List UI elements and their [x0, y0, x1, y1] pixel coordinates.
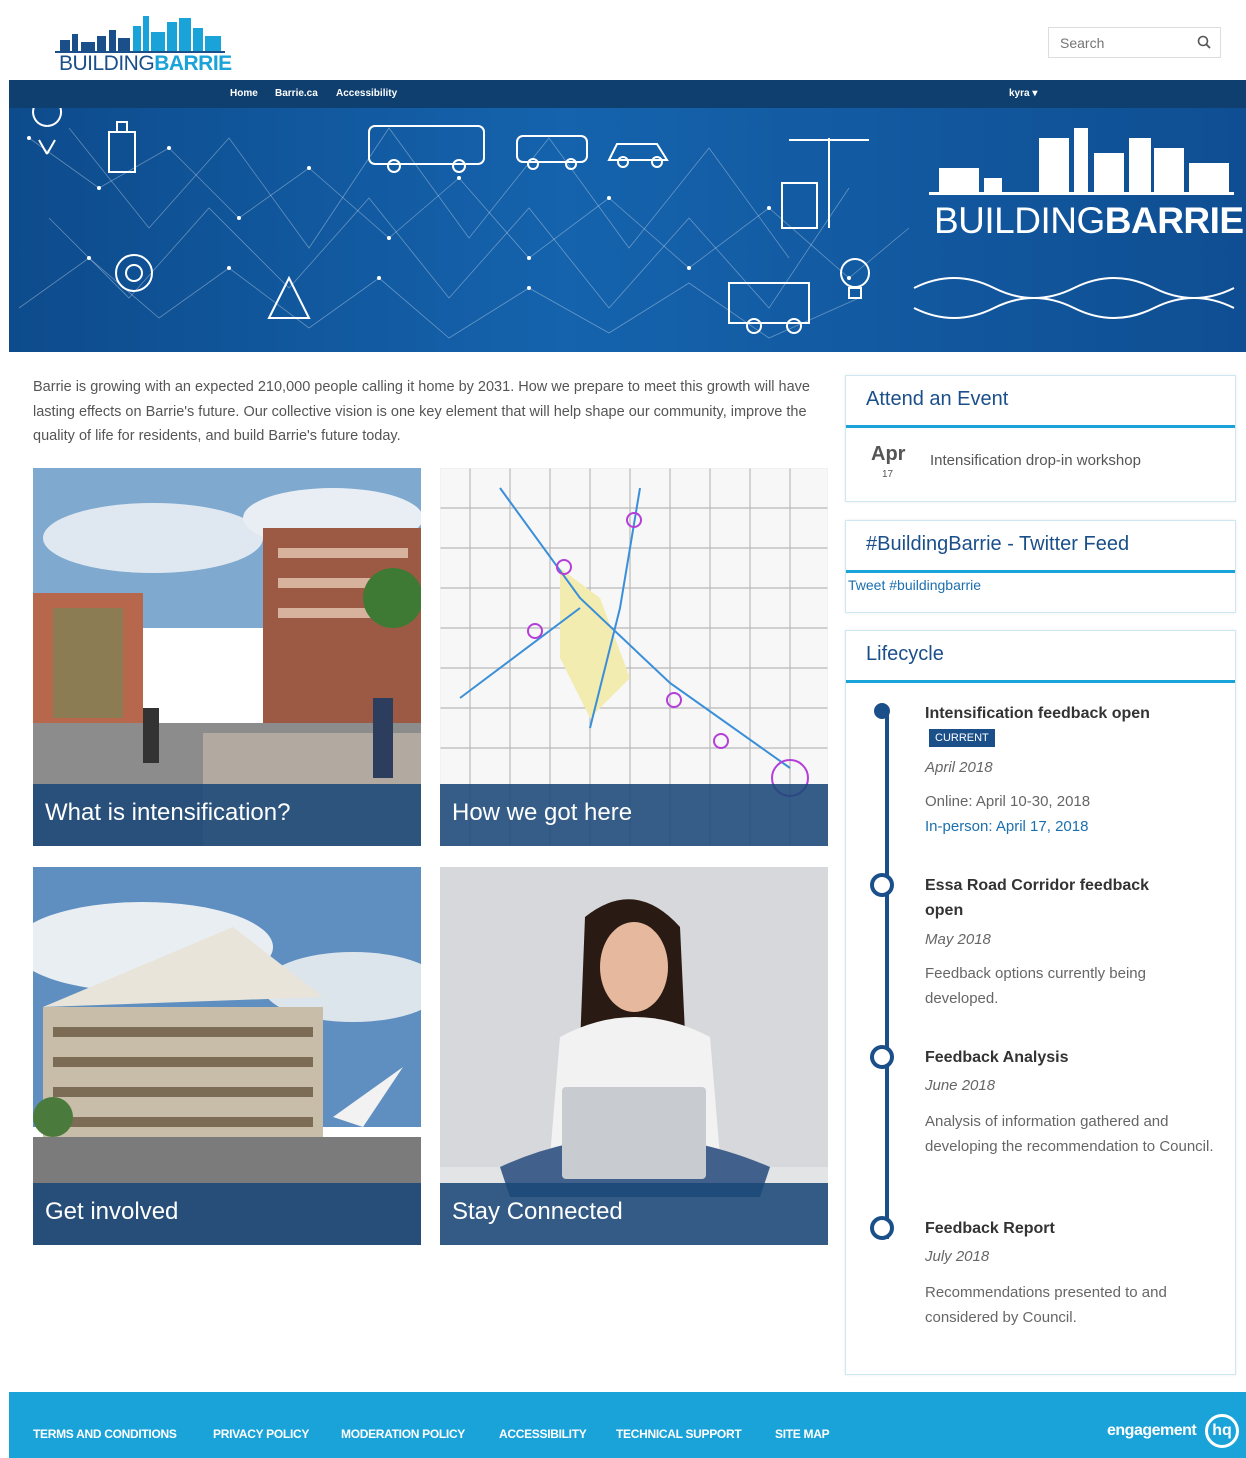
footer-link-accessibility[interactable]: ACCESSIBILITY [499, 1427, 587, 1441]
tile-get-involved[interactable]: Get involved [33, 867, 421, 1245]
nav-link-home[interactable]: Home [230, 88, 258, 99]
stage-dot-icon [870, 873, 894, 897]
skyline-logo-graphic [55, 16, 225, 53]
stage-date: May 2018 [925, 931, 991, 948]
stage-description: Analysis of information gathered and dev… [925, 1113, 1214, 1155]
engagement-hq-logo[interactable]: engagement [1107, 1422, 1197, 1440]
in-person-link[interactable]: In-person: April 17, 2018 [925, 818, 1088, 835]
widget-title: #BuildingBarrie - Twitter Feed [846, 521, 1235, 573]
tile-caption: How we got here [440, 784, 828, 846]
hero-banner: BUILDINGBARRIE [9, 108, 1246, 352]
event-item[interactable]: Apr 17 Intensification drop-in workshop [846, 428, 1235, 503]
nav-link-accessibility[interactable]: Accessibility [336, 88, 397, 99]
tweet-hashtag-link[interactable]: Tweet #buildingbarrie [846, 573, 1235, 603]
top-navigation-bar: Home Barrie.ca Accessibility kyra ▾ [9, 80, 1246, 108]
site-footer: TERMS AND CONDITIONS PRIVACY POLICY MODE… [9, 1392, 1246, 1458]
footer-link-technical-support[interactable]: TECHNICAL SUPPORT [616, 1427, 742, 1441]
widget-title: Lifecycle [846, 631, 1235, 683]
stage-date: July 2018 [925, 1248, 990, 1265]
site-logo[interactable]: BUILDINGBARRIE [55, 12, 232, 75]
tile-caption: Stay Connected [440, 1183, 828, 1245]
stage-date: April 2018 [925, 759, 993, 776]
lifecycle-widget: Lifecycle Intensification feedback open … [845, 630, 1236, 1375]
footer-link-moderation[interactable]: MODERATION POLICY [341, 1427, 465, 1441]
stage-title: Feedback Report [925, 1220, 1055, 1237]
current-badge: CURRENT [929, 729, 995, 747]
stage-description: Recommendations presented to and conside… [925, 1284, 1167, 1326]
current-stage-dot-icon [874, 703, 890, 719]
user-menu[interactable]: kyra ▾ [1009, 88, 1037, 99]
hq-logo-badge: hq [1205, 1414, 1239, 1448]
stage-description: Feedback options currently being develop… [925, 965, 1146, 1007]
nav-link-barrie-ca[interactable]: Barrie.ca [275, 88, 318, 99]
tile-what-is-intensification[interactable]: What is intensification? [33, 468, 421, 846]
widget-title: Attend an Event [846, 376, 1235, 428]
logo-wordmark: BUILDINGBARRIE [59, 52, 232, 75]
search-box [1048, 27, 1221, 58]
event-day: 17 [882, 469, 894, 480]
event-title-link[interactable]: Intensification drop-in workshop [930, 452, 1141, 469]
footer-link-terms[interactable]: TERMS AND CONDITIONS [33, 1427, 177, 1441]
tile-caption: What is intensification? [33, 784, 421, 846]
banner-wordmark: BUILDINGBARRIE [934, 200, 1244, 241]
event-month: Apr [871, 443, 906, 465]
footer-link-privacy[interactable]: PRIVACY POLICY [213, 1427, 309, 1441]
timeline-line [885, 709, 889, 1239]
stage-dot-icon [870, 1216, 894, 1240]
footer-link-site-map[interactable]: SITE MAP [775, 1427, 830, 1441]
tile-caption: Get involved [33, 1183, 421, 1245]
stage-dot-icon [870, 1045, 894, 1069]
stage-title: Feedback Analysis [925, 1049, 1069, 1066]
stage-date: June 2018 [925, 1077, 996, 1094]
attend-event-widget: Attend an Event Apr 17 Intensification d… [845, 375, 1236, 502]
stage-title: Intensification feedback open CURRENT [925, 701, 1185, 751]
stage-title: Essa Road Corridor feedback open [925, 877, 1150, 919]
tile-how-we-got-here[interactable]: How we got here [440, 468, 828, 846]
stage-description: Online: April 10-30, 2018 In-person: Apri… [925, 793, 1091, 835]
intro-paragraph: Barrie is growing with an expected 210,0… [33, 379, 810, 444]
tile-stay-connected[interactable]: Stay Connected [440, 867, 828, 1245]
search-icon[interactable] [1197, 35, 1211, 49]
search-input[interactable] [1049, 28, 1185, 57]
twitter-feed-widget: #BuildingBarrie - Twitter Feed Tweet #bu… [845, 520, 1236, 613]
